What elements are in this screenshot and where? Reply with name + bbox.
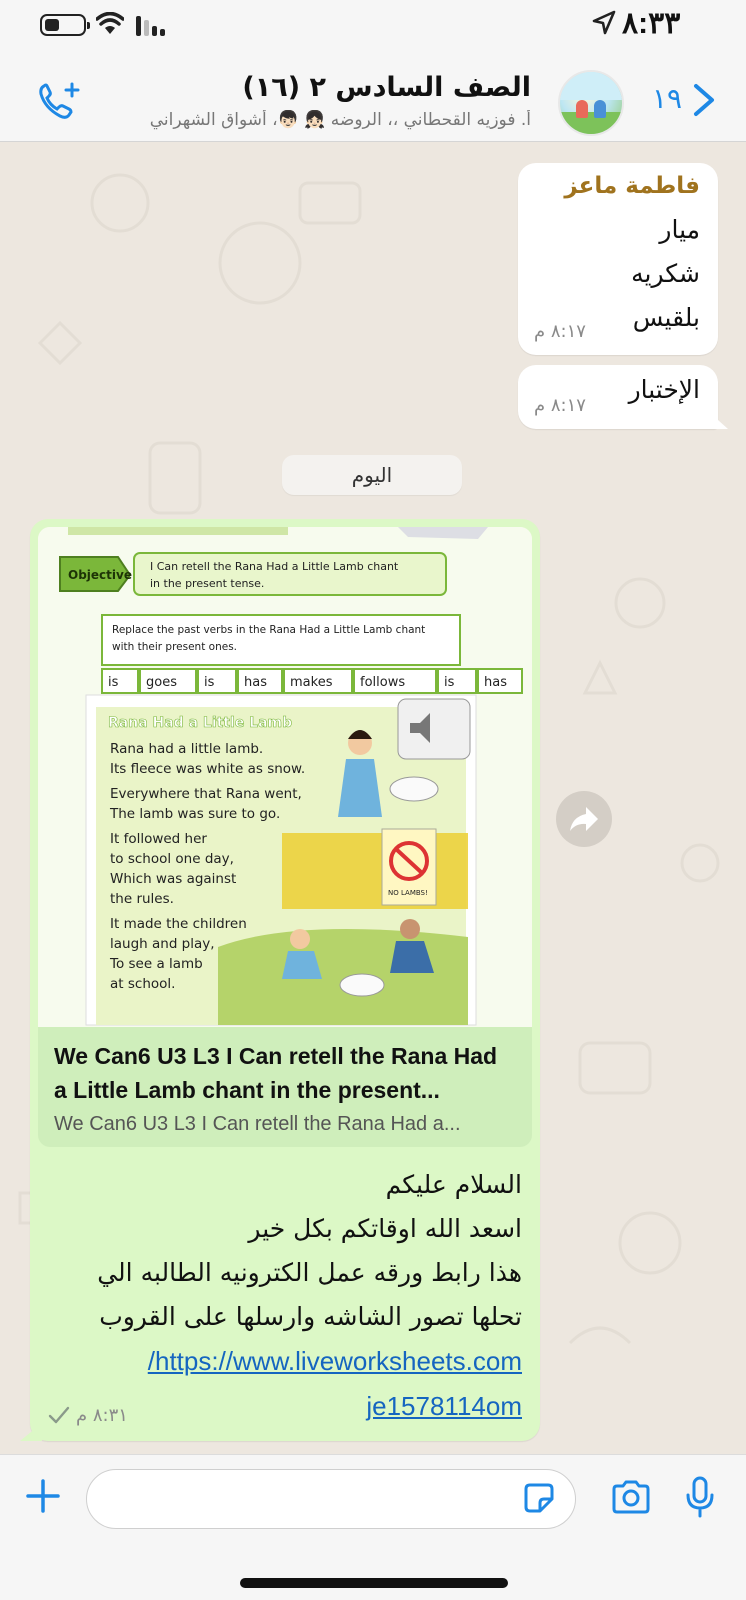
forward-button[interactable]	[556, 791, 612, 847]
svg-text:I Can retell the Rana Had a Li: I Can retell the Rana Had a Little Lamb …	[150, 560, 399, 573]
sent-check-icon	[48, 1406, 70, 1424]
add-call-icon[interactable]	[36, 80, 82, 124]
day-separator: اليوم	[282, 455, 462, 495]
poem-line: Everywhere that Rana went,	[110, 786, 302, 802]
poem-line: Which was against	[110, 871, 236, 887]
poem-line: It followed her	[110, 831, 207, 847]
word-bank-word: is	[108, 675, 119, 690]
plus-icon[interactable]	[24, 1477, 62, 1515]
link-description[interactable]: We Can6 U3 L3 I Can retell the Rana Had …	[54, 1113, 516, 1136]
poem-line: laugh and play,	[110, 936, 215, 952]
poem-line: It made the children	[110, 916, 247, 932]
poem-line: to school one day,	[110, 851, 234, 867]
message-line: شكريه	[631, 259, 700, 288]
incoming-message[interactable]: فاطمة ماعز ميار شكريه بلقيس ٨:١٧ م	[518, 163, 718, 355]
incoming-message[interactable]: الإختبار ٨:١٧ م	[518, 365, 728, 429]
message-line: تحلها تصور الشاشه وارسلها على القروب	[99, 1302, 522, 1331]
message-input[interactable]	[86, 1469, 576, 1529]
message-line: اسعد الله اوقاتكم بكل خير	[248, 1214, 522, 1243]
link-preview-card[interactable]: We Can6 U3 L3 I Can retell the Rana Had …	[38, 1027, 532, 1147]
message-line: السلام عليكم	[385, 1170, 522, 1199]
word-bank-word: is	[444, 675, 455, 690]
svg-text:with their present ones.: with their present ones.	[112, 641, 237, 653]
poem-line: To see a lamb	[109, 956, 203, 972]
word-bank-word: is	[204, 675, 215, 690]
link-title[interactable]: We Can6 U3 L3 I Can retell the Rana Had …	[54, 1039, 516, 1107]
poem-line: The lamb was sure to go.	[109, 806, 280, 822]
outgoing-message[interactable]: Objective: I Can retell the Rana Had a L…	[20, 519, 540, 1441]
signal-icon	[136, 14, 165, 36]
link-preview-image[interactable]: Objective: I Can retell the Rana Had a L…	[38, 527, 532, 1027]
poem-line: Rana had a little lamb.	[110, 741, 263, 757]
wifi-icon	[96, 12, 124, 34]
microphone-icon[interactable]	[684, 1475, 716, 1519]
status-time: ٨:٣٣	[622, 7, 681, 40]
message-line: هذا رابط ورقه عمل الكترونيه الطالبه الي	[97, 1258, 522, 1287]
unread-count[interactable]: ١٩	[652, 82, 682, 115]
word-bank-word: makes	[290, 675, 333, 690]
svg-text:Replace the past verbs in the: Replace the past verbs in the Rana Had a…	[112, 624, 425, 636]
forward-icon	[570, 807, 598, 831]
message-time: ٨:٣١ م	[76, 1405, 128, 1426]
message-sender[interactable]: فاطمة ماعز	[564, 173, 700, 199]
word-bank-word: has	[244, 675, 267, 690]
poem-line: the rules.	[110, 891, 174, 907]
status-bar: ٨:٣٣	[0, 0, 746, 52]
objective-label: Objective:	[68, 568, 137, 582]
word-bank-word: follows	[360, 675, 405, 690]
camera-icon[interactable]	[610, 1479, 652, 1515]
chat-area[interactable]: فاطمة ماعز ميار شكريه بلقيس ٨:١٧ م الإخت…	[0, 143, 746, 1454]
location-arrow-icon	[592, 10, 616, 35]
message-body: السلام عليكم اسعد الله اوقاتكم بكل خير ه…	[52, 1163, 522, 1429]
poem-line: Its fleece was white as snow.	[110, 761, 305, 777]
back-chevron-icon[interactable]	[692, 82, 716, 118]
message-line: الإختبار	[628, 375, 700, 404]
home-indicator	[240, 1578, 508, 1588]
message-link[interactable]: https://www.liveworksheets.com/	[148, 1346, 522, 1376]
message-link[interactable]: je1578114om	[366, 1391, 522, 1421]
battery-icon	[40, 14, 90, 36]
poem-title: Rana Had a Little Lamb	[108, 715, 292, 731]
message-line: ميار	[659, 215, 700, 244]
group-members-subtitle[interactable]: أ. فوزيه القحطاني ،، الروضه 👧🏻 👦🏻، أشواق…	[111, 110, 531, 130]
chat-header: الصف السادس ٢ (١٦) أ. فوزيه القحطاني ،، …	[0, 52, 746, 142]
sign-text: NO LAMBS!	[388, 889, 428, 897]
message-time: ٨:١٧ م	[534, 321, 586, 342]
svg-text:in the present tense.: in the present tense.	[150, 577, 264, 590]
worksheet-thumbnail: Objective: I Can retell the Rana Had a L…	[38, 527, 532, 1027]
group-title[interactable]: الصف السادس ٢ (١٦)	[242, 72, 531, 103]
poem-line: at school.	[110, 976, 175, 992]
word-bank-word: goes	[146, 675, 177, 690]
message-line: بلقيس	[632, 303, 700, 332]
word-bank-word: has	[484, 675, 507, 690]
sticker-icon[interactable]	[522, 1481, 556, 1515]
message-time: ٨:١٧ م	[534, 395, 586, 416]
group-avatar[interactable]	[558, 70, 624, 136]
